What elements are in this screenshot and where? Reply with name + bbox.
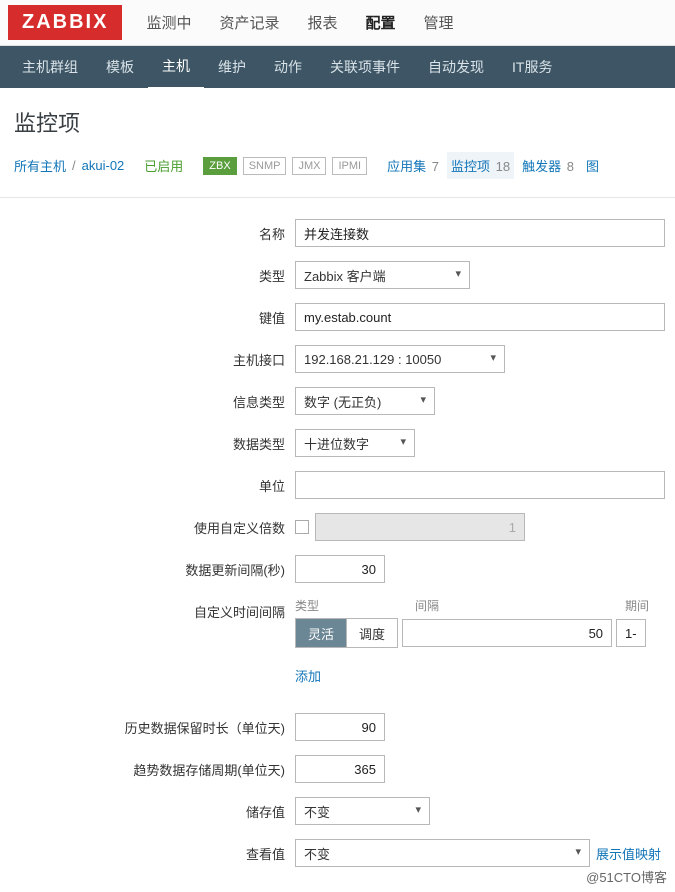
status-enabled: 已启用: [144, 156, 183, 175]
interval-header-period: 期间: [625, 597, 665, 614]
label-interface: 主机接口: [0, 345, 295, 369]
badge-zbx: ZBX: [203, 157, 236, 175]
select-data-type[interactable]: 十进位数字: [295, 429, 415, 457]
label-update-interval: 数据更新间隔(秒): [0, 555, 295, 579]
sub-nav-template[interactable]: 模板: [92, 46, 148, 88]
label-info-type: 信息类型: [0, 387, 295, 411]
label-custom-interval: 自定义时间间隔: [0, 597, 295, 621]
checkbox-multiplier[interactable]: [295, 520, 309, 534]
badge-jmx: JMX: [292, 157, 326, 175]
sub-nav-host[interactable]: 主机: [148, 45, 204, 90]
top-nav-admin[interactable]: 管理: [410, 0, 468, 47]
select-info-type[interactable]: 数字 (无正负): [295, 387, 435, 415]
label-key: 键值: [0, 303, 295, 327]
interval-type-segment: 灵活 调度: [295, 618, 398, 648]
label-type: 类型: [0, 261, 295, 285]
label-show: 查看值: [0, 839, 295, 863]
top-nav-config[interactable]: 配置: [352, 0, 410, 47]
input-history[interactable]: [295, 713, 385, 741]
input-key[interactable]: [295, 303, 665, 331]
show-value-mapping-link[interactable]: 展示值映射: [596, 844, 661, 863]
input-period-value[interactable]: [616, 619, 646, 647]
sub-nav-discovery[interactable]: 自动发现: [414, 46, 498, 88]
select-store[interactable]: 不变: [295, 797, 430, 825]
logo[interactable]: ZABBIX: [8, 5, 122, 40]
label-multiplier: 使用自定义倍数: [0, 513, 295, 537]
input-interval-value[interactable]: [402, 619, 612, 647]
input-name[interactable]: [295, 219, 665, 247]
input-unit[interactable]: [295, 471, 665, 499]
top-nav-monitor[interactable]: 监测中: [132, 0, 205, 47]
badge-ipmi: IPMI: [332, 157, 367, 175]
badge-snmp: SNMP: [243, 157, 287, 175]
input-multiplier: [315, 513, 525, 541]
sub-nav-hostgroup[interactable]: 主机群组: [8, 46, 92, 88]
tab-triggers[interactable]: 触发器 8: [518, 152, 578, 179]
label-unit: 单位: [0, 471, 295, 495]
sub-nav-itservice[interactable]: IT服务: [498, 46, 566, 88]
sub-nav-correlation[interactable]: 关联项事件: [316, 46, 414, 88]
tab-apps[interactable]: 应用集 7: [383, 152, 443, 179]
seg-flexible[interactable]: 灵活: [296, 619, 347, 647]
label-trends: 趋势数据存储周期(单位天): [0, 755, 295, 779]
page-title: 监控项: [0, 88, 675, 152]
select-interface[interactable]: 192.168.21.129 : 10050: [295, 345, 505, 373]
add-interval-link[interactable]: 添加: [295, 666, 321, 685]
interval-header-interval: 间隔: [415, 597, 625, 614]
top-nav-reports[interactable]: 报表: [293, 0, 351, 47]
input-update-interval[interactable]: [295, 555, 385, 583]
breadcrumb-host[interactable]: akui-02: [82, 158, 125, 173]
label-store: 储存值: [0, 797, 295, 821]
top-nav-inventory[interactable]: 资产记录: [205, 0, 293, 47]
interval-header-type: 类型: [295, 597, 415, 614]
sub-nav-maint[interactable]: 维护: [204, 46, 260, 88]
sub-nav-action[interactable]: 动作: [260, 46, 316, 88]
label-name: 名称: [0, 219, 295, 243]
input-trends[interactable]: [295, 755, 385, 783]
tab-graphs[interactable]: 图: [582, 152, 603, 179]
label-data-type: 数据类型: [0, 429, 295, 453]
select-type[interactable]: Zabbix 客户端: [295, 261, 470, 289]
tab-items[interactable]: 监控项 18: [447, 152, 514, 179]
label-history: 历史数据保留时长（单位天): [0, 713, 295, 737]
seg-scheduling[interactable]: 调度: [347, 619, 397, 647]
select-show[interactable]: 不变: [295, 839, 590, 867]
watermark: @51CTO博客: [586, 867, 667, 886]
breadcrumb-all-hosts[interactable]: 所有主机: [14, 156, 66, 175]
breadcrumb-sep: /: [72, 158, 76, 173]
